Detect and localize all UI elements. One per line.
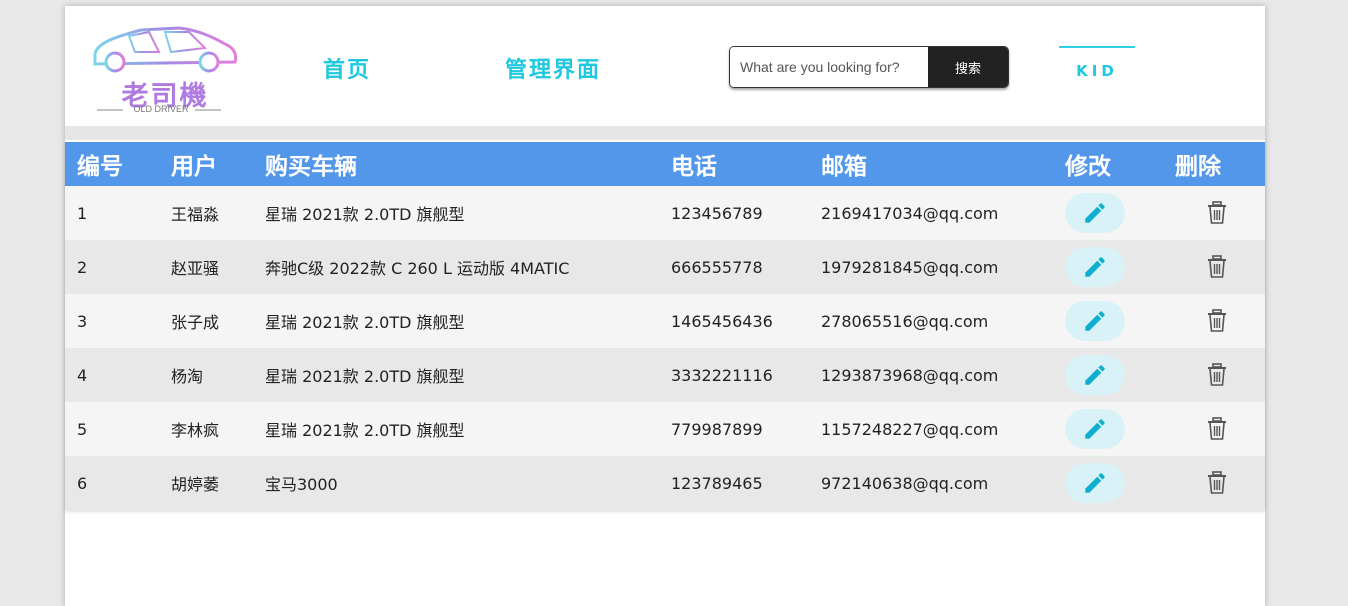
cell-email: 1157248227@qq.com <box>809 402 1053 456</box>
nav-home-link[interactable]: 首页 <box>323 52 371 84</box>
cell-delete <box>1171 240 1265 294</box>
edit-button[interactable] <box>1065 301 1125 341</box>
cell-car: 奔驰C级 2022款 C 260 L 运动版 4MATIC <box>253 240 659 294</box>
cell-id: 5 <box>65 402 159 456</box>
trash-icon <box>1207 201 1227 225</box>
edit-button[interactable] <box>1065 463 1125 503</box>
delete-button[interactable] <box>1205 308 1229 334</box>
cell-user: 杨淘 <box>159 348 253 402</box>
col-header-edit: 修改 <box>1053 142 1171 186</box>
user-label: KID <box>1076 62 1118 80</box>
header-divider <box>65 126 1265 140</box>
trash-icon <box>1207 255 1227 279</box>
trash-icon <box>1207 417 1227 441</box>
cell-id: 4 <box>65 348 159 402</box>
pencil-icon <box>1082 416 1108 442</box>
cell-id: 2 <box>65 240 159 294</box>
user-menu[interactable]: KID <box>1059 46 1135 88</box>
cell-phone: 3332221116 <box>659 348 809 402</box>
delete-button[interactable] <box>1205 416 1229 442</box>
cell-phone: 779987899 <box>659 402 809 456</box>
cell-user: 张子成 <box>159 294 253 348</box>
cell-user: 赵亚骚 <box>159 240 253 294</box>
col-header-email: 邮箱 <box>809 142 1053 186</box>
cell-phone: 123789465 <box>659 456 809 510</box>
edit-button[interactable] <box>1065 355 1125 395</box>
cell-user: 李林疯 <box>159 402 253 456</box>
delete-button[interactable] <box>1205 362 1229 388</box>
pencil-icon <box>1082 254 1108 280</box>
col-header-car: 购买车辆 <box>253 142 659 186</box>
table-row: 5 李林疯 星瑞 2021款 2.0TD 旗舰型 779987899 115724822… <box>65 402 1265 456</box>
search-bar: 搜索 <box>729 46 1009 88</box>
pencil-icon <box>1082 308 1108 334</box>
cell-edit <box>1053 402 1171 456</box>
cell-email: 1979281845@qq.com <box>809 240 1053 294</box>
cell-id: 6 <box>65 456 159 510</box>
orders-table: 编号 用户 购买车辆 电话 邮箱 修改 删除 1 王福淼 星瑞 2021款 2.0T… <box>65 142 1265 510</box>
logo[interactable]: 老司機 OLD DRIVER <box>89 22 241 118</box>
cell-id: 1 <box>65 186 159 240</box>
trash-icon <box>1207 363 1227 387</box>
search-input[interactable] <box>730 47 928 87</box>
delete-button[interactable] <box>1205 200 1229 226</box>
cell-car: 星瑞 2021款 2.0TD 旗舰型 <box>253 348 659 402</box>
cell-email: 2169417034@qq.com <box>809 186 1053 240</box>
trash-icon <box>1207 471 1227 495</box>
edit-button[interactable] <box>1065 409 1125 449</box>
col-header-id: 编号 <box>65 142 159 186</box>
edit-button[interactable] <box>1065 247 1125 287</box>
delete-button[interactable] <box>1205 470 1229 496</box>
logo-subtitle: OLD DRIVER <box>133 104 189 114</box>
table-row: 3 张子成 星瑞 2021款 2.0TD 旗舰型 1465456436 27806551… <box>65 294 1265 348</box>
cell-delete <box>1171 402 1265 456</box>
cell-user: 王福淼 <box>159 186 253 240</box>
site-header: 老司機 OLD DRIVER 首页 管理界面 搜索 KID <box>65 6 1265 126</box>
cell-car: 星瑞 2021款 2.0TD 旗舰型 <box>253 186 659 240</box>
col-header-user: 用户 <box>159 142 253 186</box>
pencil-icon <box>1082 362 1108 388</box>
cell-car: 宝马3000 <box>253 456 659 510</box>
delete-button[interactable] <box>1205 254 1229 280</box>
edit-button[interactable] <box>1065 193 1125 233</box>
nav-admin-link[interactable]: 管理界面 <box>505 52 601 84</box>
cell-phone: 123456789 <box>659 186 809 240</box>
col-header-delete: 删除 <box>1171 142 1265 186</box>
cell-edit <box>1053 186 1171 240</box>
cell-phone: 666555778 <box>659 240 809 294</box>
cell-email: 972140638@qq.com <box>809 456 1053 510</box>
col-header-phone: 电话 <box>659 142 809 186</box>
search-button[interactable]: 搜索 <box>928 47 1008 87</box>
cell-delete <box>1171 456 1265 510</box>
table-header-row: 编号 用户 购买车辆 电话 邮箱 修改 删除 <box>65 142 1265 186</box>
cell-delete <box>1171 186 1265 240</box>
cell-car: 星瑞 2021款 2.0TD 旗舰型 <box>253 294 659 348</box>
cell-edit <box>1053 456 1171 510</box>
table-body: 1 王福淼 星瑞 2021款 2.0TD 旗舰型 123456789 216941703… <box>65 186 1265 510</box>
cell-id: 3 <box>65 294 159 348</box>
cell-delete <box>1171 348 1265 402</box>
cell-phone: 1465456436 <box>659 294 809 348</box>
table-row: 1 王福淼 星瑞 2021款 2.0TD 旗舰型 123456789 216941703… <box>65 186 1265 240</box>
table-row: 4 杨淘 星瑞 2021款 2.0TD 旗舰型 3332221116 129387396… <box>65 348 1265 402</box>
cell-edit <box>1053 348 1171 402</box>
pencil-icon <box>1082 200 1108 226</box>
cell-delete <box>1171 294 1265 348</box>
trash-icon <box>1207 309 1227 333</box>
table-row: 2 赵亚骚 奔驰C级 2022款 C 260 L 运动版 4MATIC 6665557… <box>65 240 1265 294</box>
table-row: 6 胡婷萎 宝马3000 123789465 972140638@qq.com <box>65 456 1265 510</box>
cell-email: 1293873968@qq.com <box>809 348 1053 402</box>
cell-user: 胡婷萎 <box>159 456 253 510</box>
cell-edit <box>1053 240 1171 294</box>
pencil-icon <box>1082 470 1108 496</box>
page-container: 老司機 OLD DRIVER 首页 管理界面 搜索 KID 编号 用户 购买车辆… <box>65 6 1265 606</box>
cell-email: 278065516@qq.com <box>809 294 1053 348</box>
cell-edit <box>1053 294 1171 348</box>
cell-car: 星瑞 2021款 2.0TD 旗舰型 <box>253 402 659 456</box>
